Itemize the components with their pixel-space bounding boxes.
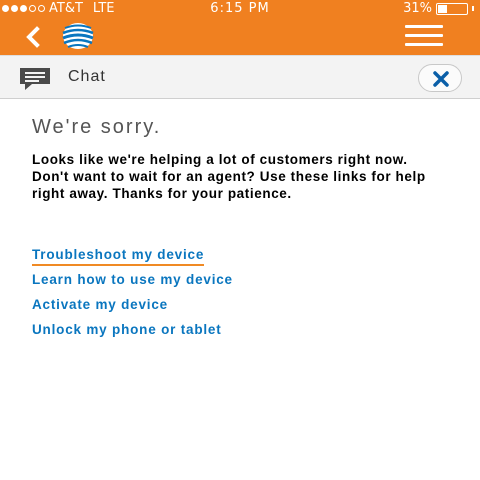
back-button[interactable] — [20, 24, 46, 50]
menu-button[interactable] — [405, 25, 443, 47]
learn-device-link[interactable]: Learn how to use my device — [32, 272, 233, 297]
battery-tip — [472, 6, 474, 11]
help-links: Troubleshoot my device Learn how to use … — [32, 246, 233, 347]
apology-message: Looks like we're helping a lot of custom… — [32, 152, 426, 201]
battery-icon — [436, 2, 468, 15]
chevron-left-icon — [26, 26, 40, 48]
activate-device-link[interactable]: Activate my device — [32, 297, 233, 322]
unlock-phone-link[interactable]: Unlock my phone or tablet — [32, 322, 233, 347]
battery-percent: 31% — [403, 1, 432, 16]
status-right: 31% — [403, 1, 474, 16]
hamburger-menu-icon — [405, 25, 443, 46]
att-globe-logo — [56, 21, 100, 51]
page-title: We're sorry. — [32, 116, 162, 138]
chat-bubble-icon — [20, 68, 50, 90]
troubleshoot-device-link[interactable]: Troubleshoot my device — [32, 247, 205, 266]
status-bar: AT&T LTE 6:15 PM 31% — [0, 0, 480, 18]
chat-header: Chat — [0, 55, 480, 99]
chat-title: Chat — [68, 68, 106, 85]
close-chat-button[interactable] — [418, 64, 462, 92]
close-icon — [433, 71, 449, 87]
nav-bar — [0, 18, 480, 55]
